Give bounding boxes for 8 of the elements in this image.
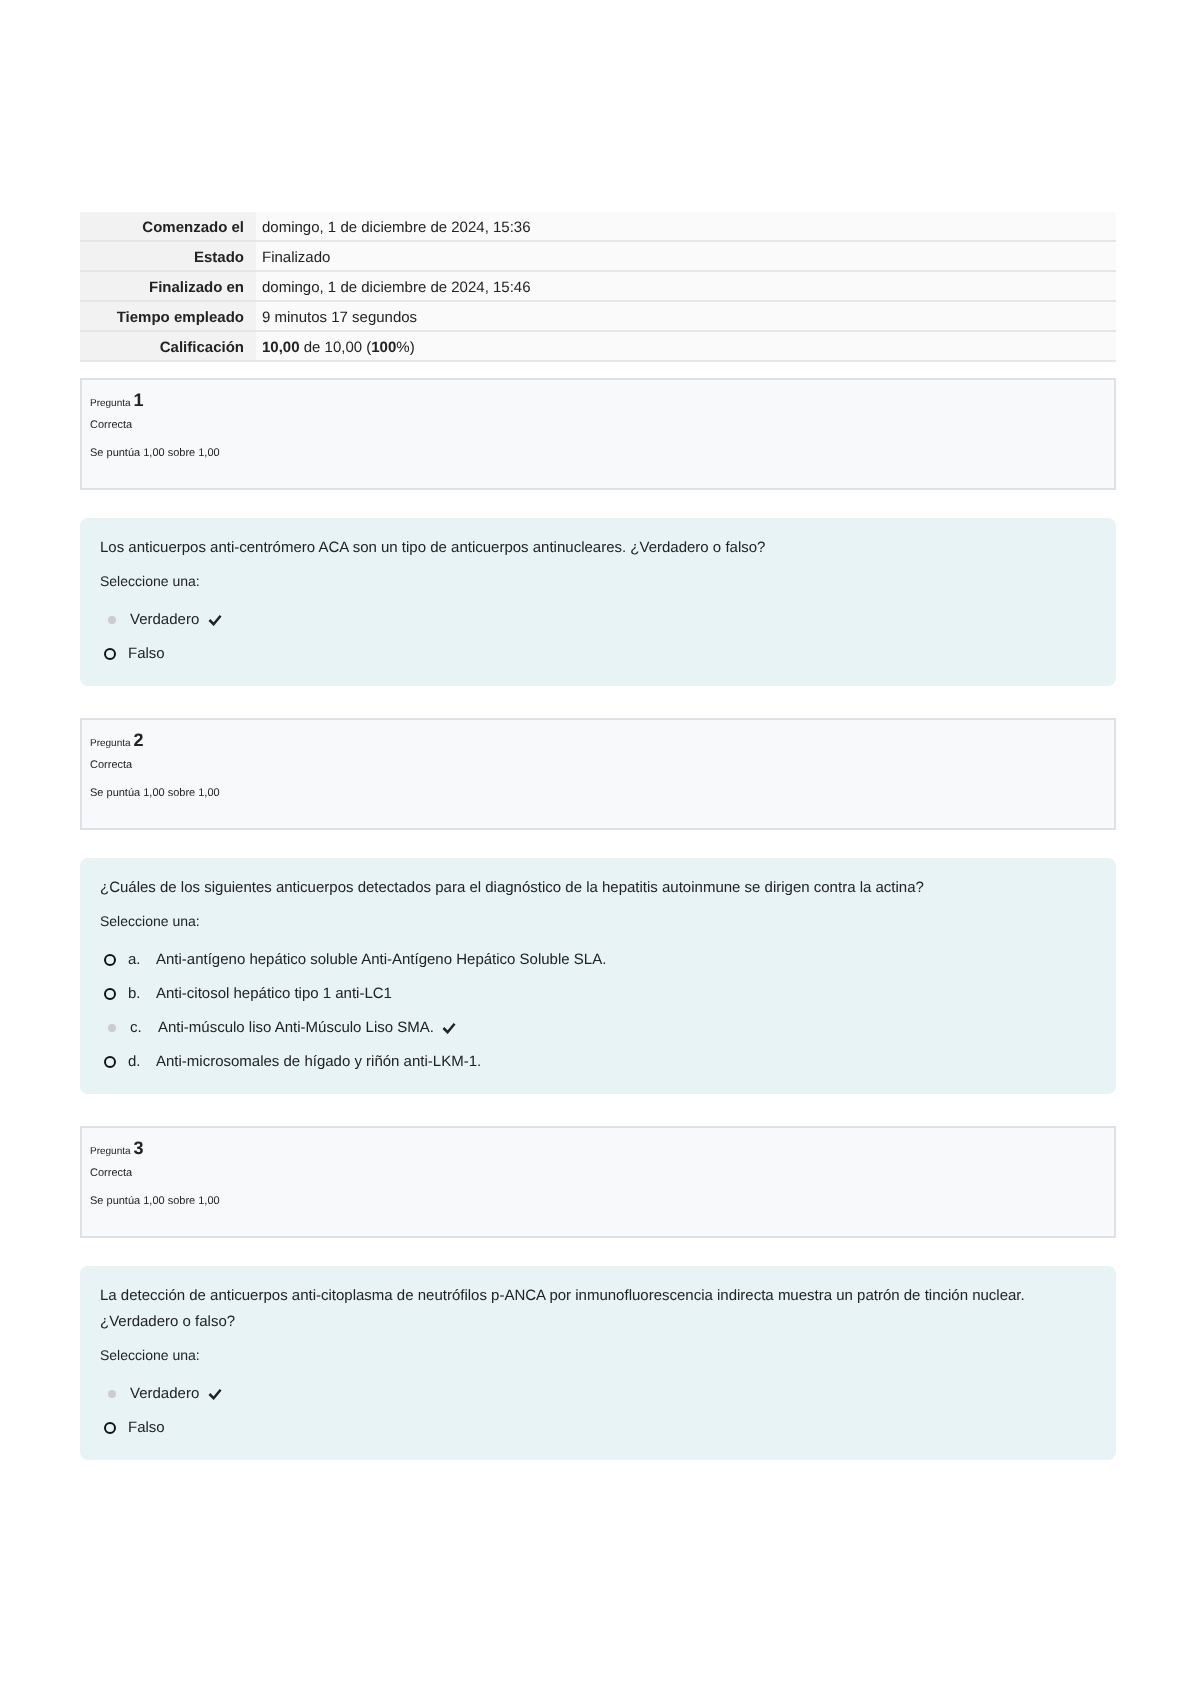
radio-button[interactable] — [104, 987, 116, 999]
radio-button[interactable] — [104, 1421, 116, 1433]
radio-button[interactable] — [108, 1023, 116, 1031]
radio-button[interactable] — [108, 1389, 116, 1397]
radio-button[interactable] — [104, 953, 116, 965]
radio-button[interactable] — [108, 615, 116, 623]
radio-button[interactable] — [104, 647, 116, 659]
radio-button[interactable] — [104, 1055, 116, 1067]
